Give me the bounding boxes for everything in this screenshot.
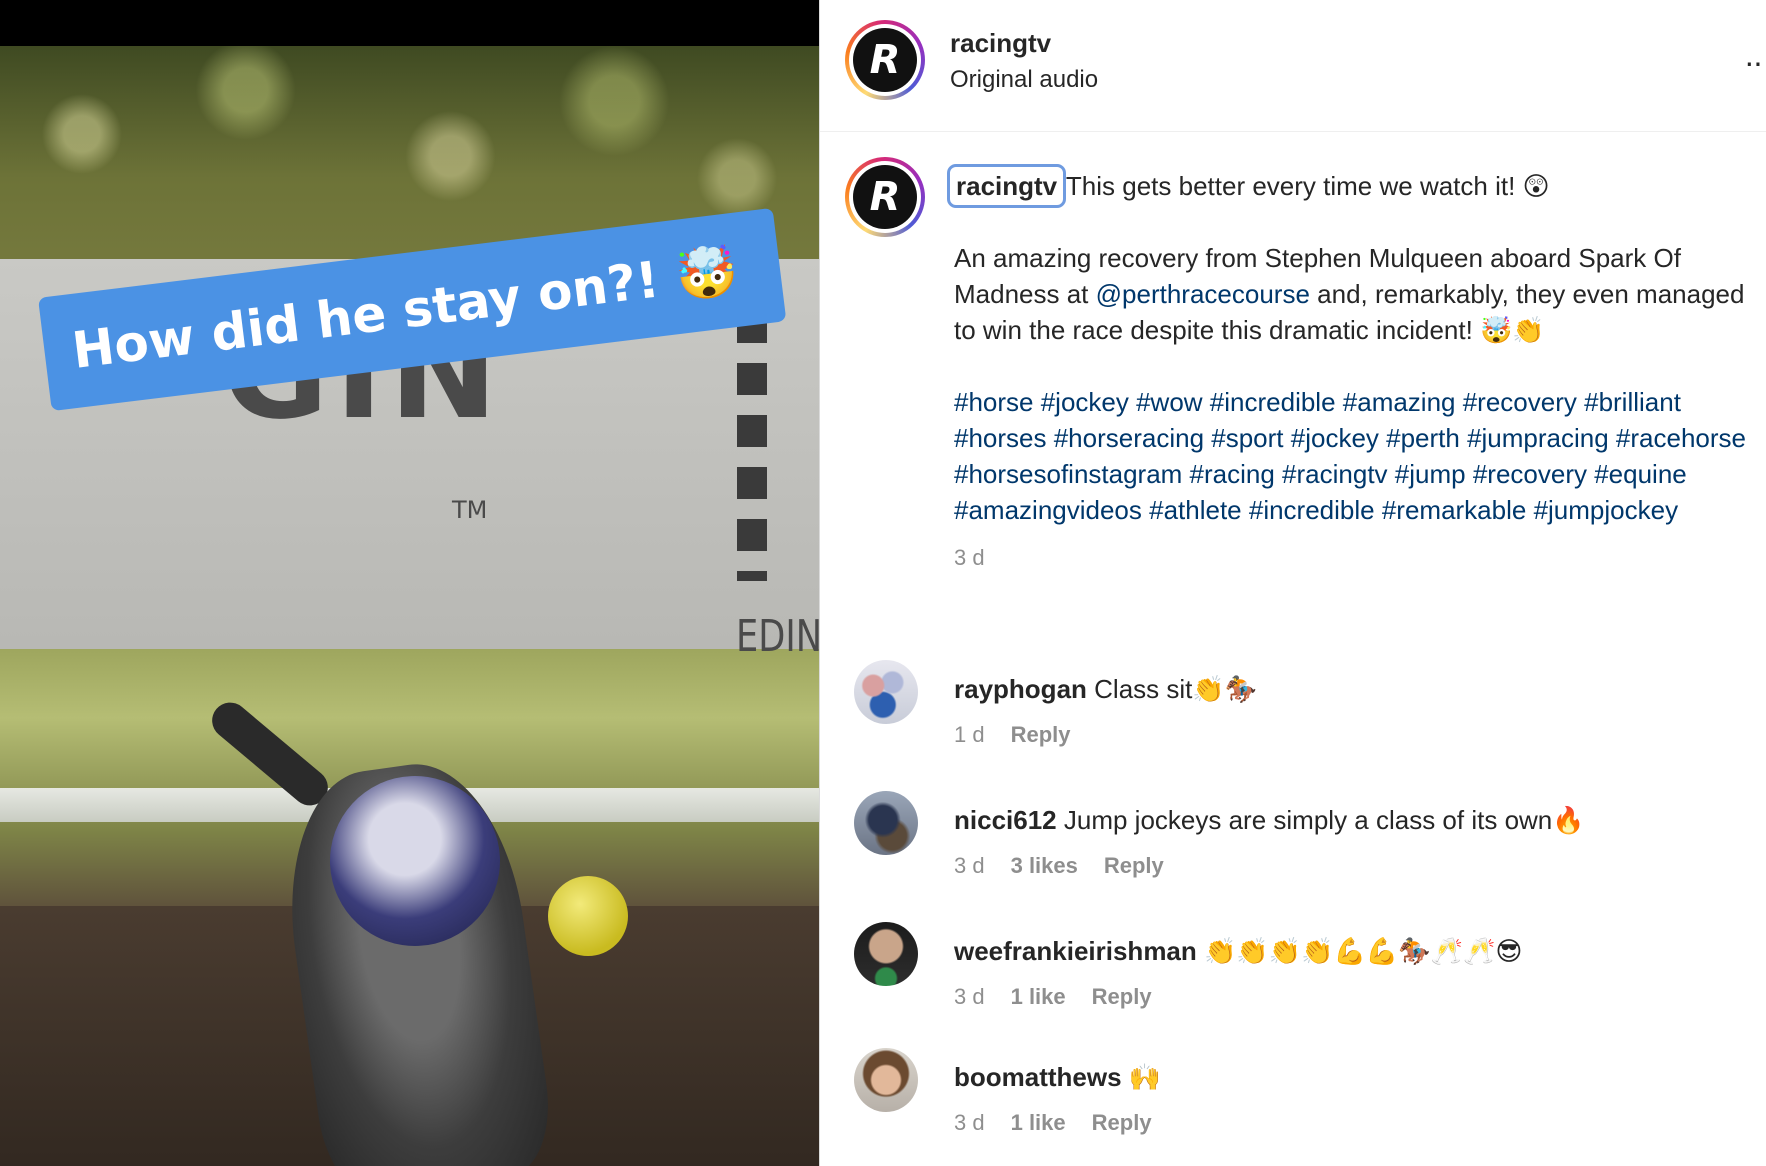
header-username[interactable]: racingtv bbox=[950, 28, 1051, 59]
comment-likes[interactable]: 1 like bbox=[1011, 984, 1066, 1010]
hashtag-list[interactable]: #horse #jockey #wow #incredible #amazing… bbox=[954, 384, 1754, 528]
caption-timestamp[interactable]: 3 d bbox=[954, 540, 1754, 576]
comment-meta: 3 d 1 like Reply bbox=[954, 984, 1152, 1010]
comment-time[interactable]: 1 d bbox=[954, 722, 985, 748]
banner-edin-text: EDIN bbox=[736, 611, 819, 662]
comment-item: boomatthews 🙌 3 d 1 like Reply bbox=[820, 1048, 1766, 1158]
avatar[interactable] bbox=[854, 1048, 918, 1112]
comment-text: rayphogan Class sit👏🏇 bbox=[954, 674, 1257, 705]
comment-item: rayphogan Class sit👏🏇 1 d Reply bbox=[820, 660, 1766, 770]
racingtv-logo-icon: R bbox=[853, 28, 917, 92]
jockey-helmet bbox=[548, 876, 628, 956]
comment-body: Jump jockeys are simply a class of its o… bbox=[1063, 805, 1585, 835]
comment-meta: 3 d 3 likes Reply bbox=[954, 853, 1164, 879]
banner-tm-text: TM bbox=[452, 496, 488, 524]
reel-video[interactable]: GIN TM EDIN How did he stay on?! 🤯 bbox=[0, 0, 819, 1166]
video-top-bar bbox=[0, 0, 819, 46]
comment-likes[interactable]: 1 like bbox=[1011, 1110, 1066, 1136]
banner-bars bbox=[737, 311, 767, 581]
comment-time[interactable]: 3 d bbox=[954, 853, 985, 879]
comment-username[interactable]: weefrankieirishman bbox=[954, 936, 1197, 966]
post-header: R racingtv Original audio ·· bbox=[820, 0, 1766, 132]
mention-link[interactable]: @perthracecourse bbox=[1096, 279, 1310, 309]
comment-text: nicci612 Jump jockeys are simply a class… bbox=[954, 805, 1585, 836]
caption-first-line: racingtv This gets better every time we … bbox=[946, 164, 1754, 208]
comment-time[interactable]: 3 d bbox=[954, 1110, 985, 1136]
racingtv-logo-icon: R bbox=[853, 165, 917, 229]
comment-body: 🙌 bbox=[1128, 1062, 1162, 1092]
avatar[interactable] bbox=[854, 791, 918, 855]
caption-paragraph: An amazing recovery from Stephen Mulquee… bbox=[954, 240, 1754, 348]
comment-username[interactable]: rayphogan bbox=[954, 674, 1087, 704]
avatar[interactable] bbox=[854, 660, 918, 724]
video-frame: GIN TM EDIN bbox=[0, 46, 819, 1166]
more-options-icon[interactable]: ·· bbox=[1744, 44, 1763, 81]
comment-username[interactable]: boomatthews bbox=[954, 1062, 1122, 1092]
original-audio-link[interactable]: Original audio bbox=[950, 66, 1098, 94]
caption-first-text: This gets better every time we watch it!… bbox=[1065, 171, 1550, 201]
comment-likes[interactable]: 3 likes bbox=[1011, 853, 1078, 879]
comment-text: boomatthews 🙌 bbox=[954, 1062, 1161, 1093]
reply-button[interactable]: Reply bbox=[1092, 984, 1152, 1010]
comment-item: nicci612 Jump jockeys are simply a class… bbox=[820, 791, 1766, 901]
comment-body: Class sit👏🏇 bbox=[1094, 674, 1258, 704]
header-avatar[interactable]: R bbox=[845, 20, 925, 100]
reply-button[interactable]: Reply bbox=[1092, 1110, 1152, 1136]
comment-item: weefrankieirishman 👏👏👏👏💪💪🏇🥂🥂😎 3 d 1 like… bbox=[820, 922, 1766, 1032]
caption-avatar[interactable]: R bbox=[845, 157, 925, 237]
comment-body: 👏👏👏👏💪💪🏇🥂🥂😎 bbox=[1204, 936, 1523, 966]
comment-text: weefrankieirishman 👏👏👏👏💪💪🏇🥂🥂😎 bbox=[954, 936, 1522, 967]
caption-username[interactable]: racingtv bbox=[946, 164, 1067, 208]
avatar[interactable] bbox=[854, 922, 918, 986]
comment-meta: 1 d Reply bbox=[954, 722, 1071, 748]
comment-meta: 3 d 1 like Reply bbox=[954, 1110, 1152, 1136]
comment-username[interactable]: nicci612 bbox=[954, 805, 1057, 835]
reply-button[interactable]: Reply bbox=[1011, 722, 1071, 748]
post-panel: R racingtv Original audio ·· R racingtv … bbox=[819, 0, 1766, 1166]
caption-body: racingtv This gets better every time we … bbox=[946, 164, 1754, 576]
reply-button[interactable]: Reply bbox=[1104, 853, 1164, 879]
comment-time[interactable]: 3 d bbox=[954, 984, 985, 1010]
